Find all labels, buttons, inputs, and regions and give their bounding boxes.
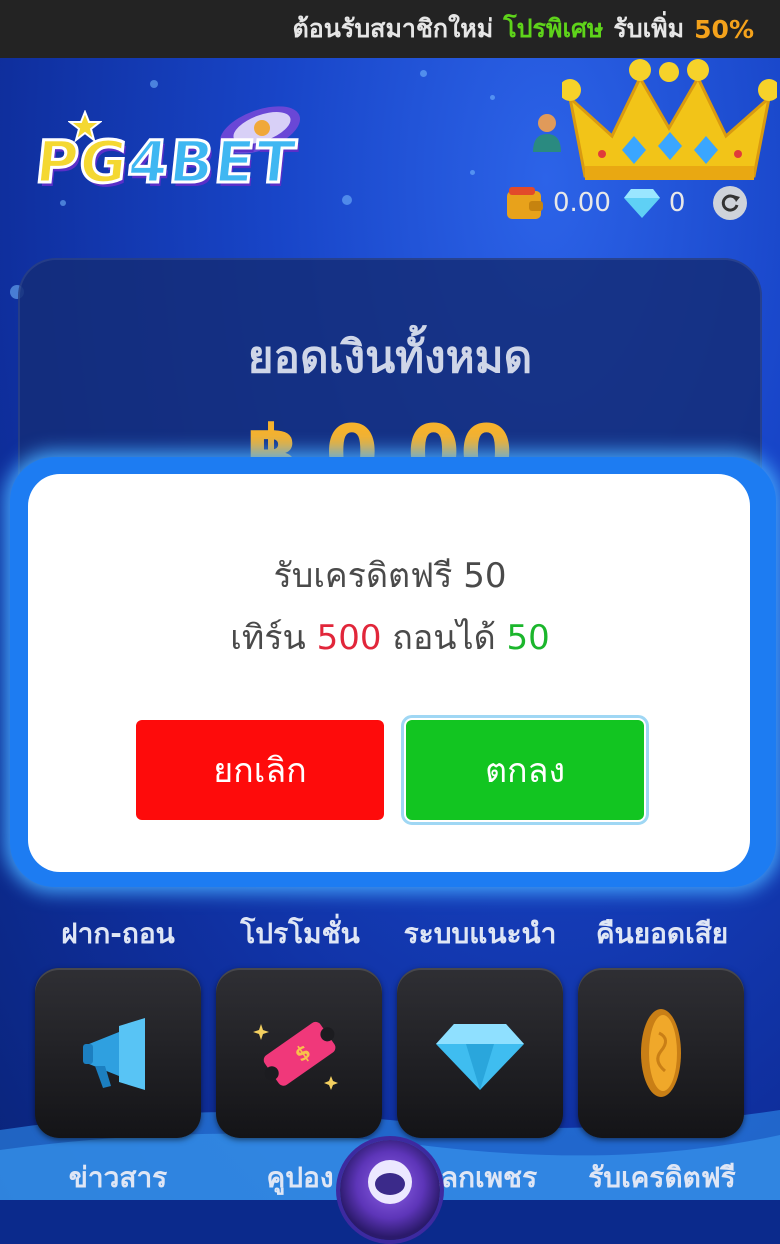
menu-cashback[interactable]: คืนยอดเสีย bbox=[572, 912, 752, 956]
menu-news-label: ข่าวสาร bbox=[68, 1161, 168, 1194]
logo-pg: PG bbox=[31, 127, 133, 198]
star-dot bbox=[470, 170, 475, 175]
user-icon[interactable] bbox=[530, 112, 564, 152]
menu-free-credit-label: รับเครดิตฟรี bbox=[588, 1161, 736, 1194]
astronaut-home-button[interactable] bbox=[340, 1140, 440, 1240]
announcement-marquee: ต้อนรับสมาชิกใหม่ โปรพิเศษ รับเพิ่ม 50% bbox=[0, 0, 780, 58]
coin-icon bbox=[641, 1009, 681, 1097]
star-dot bbox=[420, 70, 427, 77]
brand-logo[interactable]: PG4BET bbox=[30, 100, 330, 230]
withdraw-value: 50 bbox=[506, 618, 550, 658]
menu-coupon-tile[interactable]: $ bbox=[216, 968, 382, 1138]
wallet-balance: 0.00 bbox=[553, 188, 611, 218]
confirm-button[interactable]: ตกลง bbox=[401, 715, 649, 825]
logo-text: PG4BET bbox=[31, 127, 301, 198]
diamond-icon bbox=[623, 189, 660, 218]
menu-free-credit-tile[interactable] bbox=[578, 968, 744, 1138]
menu-news-tile[interactable] bbox=[35, 968, 201, 1138]
menu-referral[interactable]: ระบบแนะนำ bbox=[390, 912, 570, 956]
wallet-icon bbox=[507, 187, 543, 219]
marquee-text-mid: รับเพิ่ม bbox=[613, 14, 685, 43]
diamond-icon bbox=[436, 1024, 524, 1090]
menu-exchange-diamond-tile[interactable] bbox=[397, 968, 563, 1138]
coupon-icon: $ bbox=[253, 1021, 338, 1090]
marquee-text: ต้อนรับสมาชิกใหม่ bbox=[292, 14, 494, 43]
crown-icon bbox=[562, 59, 777, 180]
star-dot bbox=[342, 195, 352, 205]
star-dot bbox=[490, 95, 495, 100]
cancel-button[interactable]: ยกเลิก bbox=[136, 720, 384, 820]
megaphone-icon bbox=[83, 1018, 145, 1090]
withdraw-label: ถอนได้ bbox=[392, 618, 496, 658]
balance-title: ยอดเงินทั้งหมด bbox=[247, 332, 533, 383]
astronaut-icon bbox=[368, 1160, 412, 1204]
refresh-icon bbox=[722, 194, 741, 212]
marquee-percent: 50% bbox=[694, 14, 754, 44]
turnover-label: เทิร์น bbox=[230, 618, 306, 658]
diamond-count: 0 bbox=[668, 188, 686, 218]
menu-deposit-withdraw[interactable]: ฝาก-ถอน bbox=[28, 912, 208, 956]
refresh-button[interactable] bbox=[713, 186, 748, 220]
star-dot bbox=[150, 80, 158, 88]
wallet-row: 0.00 0 bbox=[505, 183, 748, 223]
turnover-value: 500 bbox=[316, 618, 382, 658]
menu-promotion[interactable]: โปรโมชั่น bbox=[210, 912, 390, 956]
logo-4bet: 4BET bbox=[123, 127, 301, 198]
dialog-message: รับเครดิตฟรี 50 bbox=[273, 556, 507, 596]
marquee-highlight: โปรพิเศษ bbox=[503, 14, 604, 43]
dialog-terms: เทิร์น 500 ถอนได้ 50 bbox=[0, 610, 780, 664]
